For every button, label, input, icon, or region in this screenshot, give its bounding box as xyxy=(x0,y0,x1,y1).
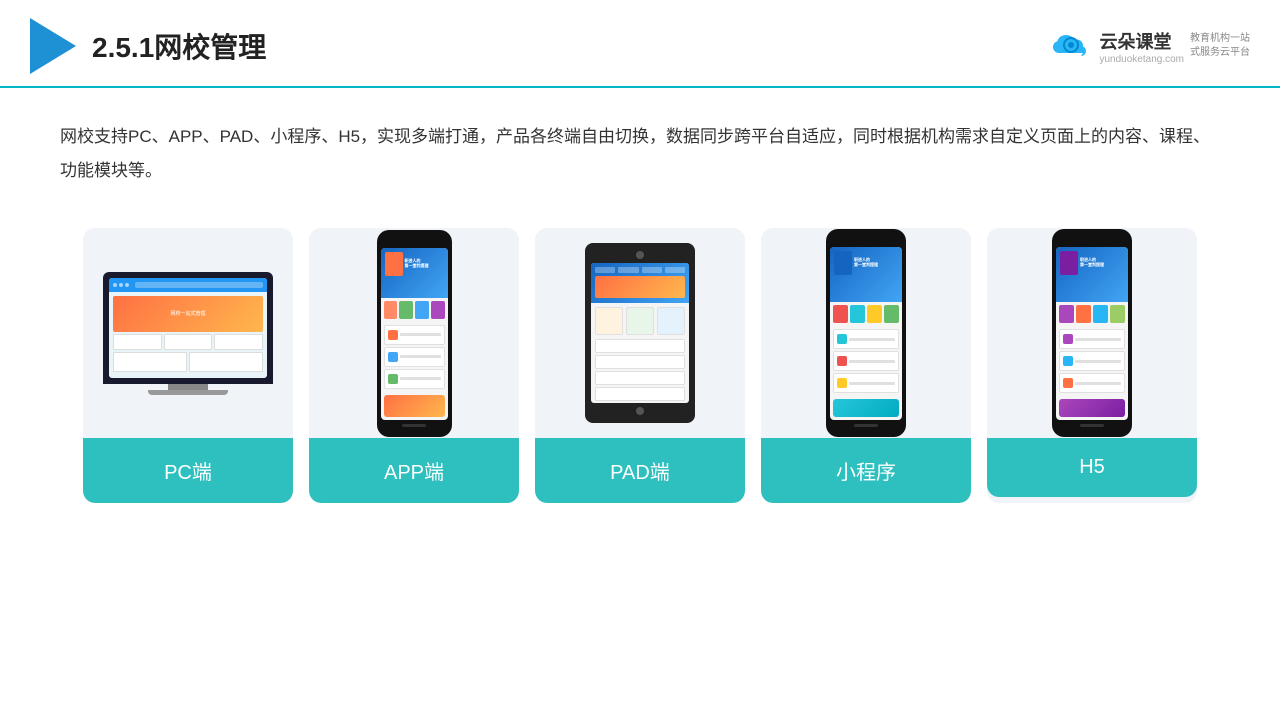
app-phone-mockup: 职进人的第一堂判提理 xyxy=(377,230,452,437)
card-app-image: 职进人的第一堂判提理 xyxy=(309,228,519,438)
card-h5-image: 职进人的第一堂判提理 xyxy=(987,228,1197,438)
brand-name-group: 云朵课堂 yunduoketang.com xyxy=(1099,28,1184,65)
card-h5-label: H5 xyxy=(987,438,1197,497)
miniprogram-phone-mockup: 职进人的第一堂判提理 xyxy=(826,229,906,437)
card-pc: 网校一站式管理 xyxy=(83,228,293,503)
card-miniprogram-label: 小程序 xyxy=(761,438,971,503)
card-pc-image: 网校一站式管理 xyxy=(83,228,293,438)
brand-name: 云朵课堂 xyxy=(1099,28,1184,54)
card-miniprogram-image: 职进人的第一堂判提理 xyxy=(761,228,971,438)
card-pc-label: PC端 xyxy=(83,438,293,503)
card-h5: 职进人的第一堂判提理 xyxy=(987,228,1197,503)
card-app-label: APP端 xyxy=(309,438,519,503)
brand-url: yunduoketang.com xyxy=(1099,54,1184,65)
h5-phone-mockup: 职进人的第一堂判提理 xyxy=(1052,229,1132,437)
pc-mockup: 网校一站式管理 xyxy=(103,272,273,395)
header-right: 云朵课堂 yunduoketang.com 教育机构一站式服务云平台 xyxy=(1049,28,1250,65)
brand-logo: 云朵课堂 yunduoketang.com 教育机构一站式服务云平台 xyxy=(1049,28,1250,65)
card-pad-label: PAD端 xyxy=(535,438,745,503)
description: 网校支持PC、APP、PAD、小程序、H5，实现多端打通，产品各终端自由切换，数… xyxy=(0,88,1280,204)
cloud-icon xyxy=(1049,31,1093,61)
header: 2.5.1网校管理 云朵课堂 yunduoketang.com 教育机构一站式服… xyxy=(0,0,1280,88)
card-pad: PAD端 xyxy=(535,228,745,503)
card-app: 职进人的第一堂判提理 xyxy=(309,228,519,503)
brand-tagline: 教育机构一站式服务云平台 xyxy=(1190,32,1250,60)
cards-container: 网校一站式管理 xyxy=(0,204,1280,527)
description-text: 网校支持PC、APP、PAD、小程序、H5，实现多端打通，产品各终端自由切换，数… xyxy=(60,120,1220,188)
logo-triangle-icon xyxy=(30,18,76,74)
header-left: 2.5.1网校管理 xyxy=(30,18,266,74)
page-title: 2.5.1网校管理 xyxy=(92,26,266,66)
card-pad-image xyxy=(535,228,745,438)
pad-tablet-mockup xyxy=(585,243,695,423)
card-miniprogram: 职进人的第一堂判提理 xyxy=(761,228,971,503)
